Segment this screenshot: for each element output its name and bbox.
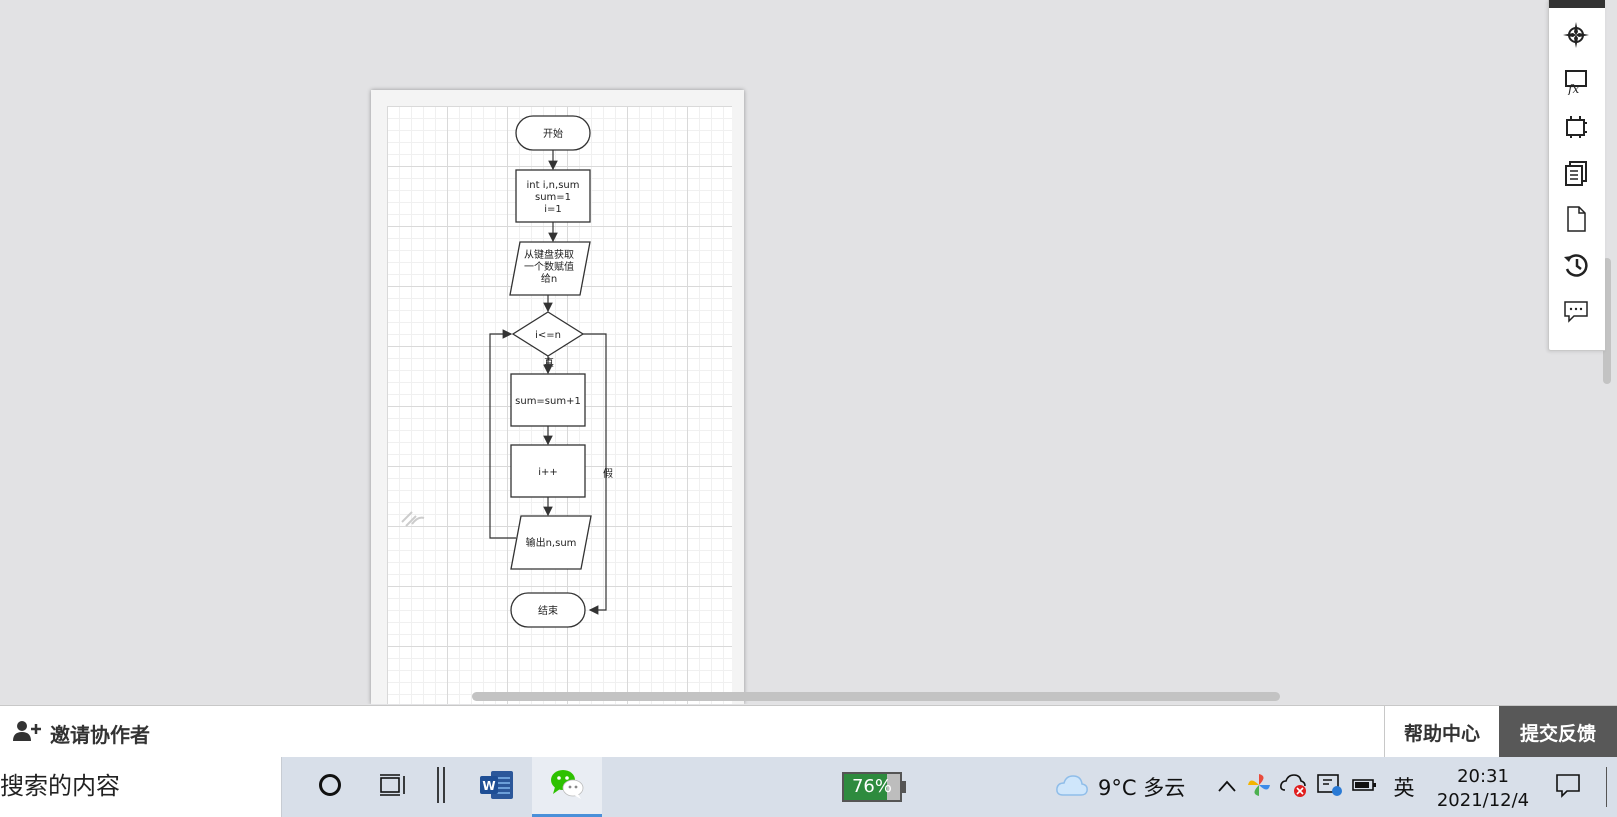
body-label: sum=sum+1 bbox=[515, 396, 581, 407]
comments-button[interactable] bbox=[1561, 298, 1591, 328]
output-label: 输出n,sum bbox=[526, 536, 577, 549]
weather-text[interactable]: 9°C 多云 bbox=[1098, 757, 1194, 817]
init-line-1: int i,n,sum bbox=[527, 180, 580, 191]
show-desktop-button[interactable] bbox=[1606, 767, 1613, 807]
pages-button[interactable] bbox=[1561, 160, 1591, 190]
history-icon bbox=[1562, 251, 1590, 283]
svg-text:fx: fx bbox=[1567, 82, 1579, 95]
toolbar-top-strip bbox=[1549, 0, 1605, 8]
init-line-2: sum=1 bbox=[535, 192, 571, 203]
small-battery-icon bbox=[1352, 777, 1378, 797]
windows-taskbar: W 76% 9°C 多云 bbox=[0, 757, 1617, 817]
pinwheel-icon bbox=[1246, 772, 1272, 802]
cortana-button[interactable] bbox=[305, 757, 355, 817]
clock-time: 20:31 bbox=[1457, 766, 1509, 787]
submit-feedback-button[interactable]: 提交反馈 bbox=[1499, 706, 1617, 758]
wechat-app-button[interactable] bbox=[532, 757, 602, 817]
formula-icon: fx bbox=[1562, 67, 1590, 99]
system-clock[interactable]: 20:31 2021/12/4 bbox=[1428, 765, 1538, 813]
word-icon: W bbox=[479, 769, 515, 805]
chevron-up-icon bbox=[1217, 778, 1237, 797]
formula-button[interactable]: fx bbox=[1561, 68, 1591, 98]
false-label: 假 bbox=[603, 467, 613, 480]
grid-area[interactable]: 开始 int i,n,sum sum=1 i=1 从键盘获取 一个数赋值 给n … bbox=[387, 106, 732, 704]
invite-label: 邀请协作者 bbox=[50, 722, 150, 747]
canvas-page[interactable]: 开始 int i,n,sum sum=1 i=1 从键盘获取 一个数赋值 给n … bbox=[371, 90, 744, 704]
input-method-indicator[interactable]: 英 bbox=[1386, 757, 1422, 817]
wechat-icon bbox=[549, 767, 585, 805]
navigator-button[interactable] bbox=[1561, 22, 1591, 52]
end-label: 结束 bbox=[538, 604, 558, 617]
input-line-2: 一个数赋值 bbox=[524, 260, 574, 273]
condition-label: i<=n bbox=[535, 330, 561, 341]
document-icon bbox=[1562, 205, 1590, 237]
battery-icon: 76% bbox=[842, 772, 906, 802]
taskbar-divider bbox=[424, 757, 458, 817]
invite-collaborator-button[interactable]: 邀请协作者 bbox=[12, 718, 150, 748]
add-user-icon bbox=[12, 719, 42, 748]
word-app-button[interactable]: W bbox=[468, 757, 526, 817]
tray-cloud-sync[interactable] bbox=[1278, 757, 1310, 817]
show-hidden-icons-button[interactable] bbox=[1214, 757, 1240, 817]
action-center-button[interactable] bbox=[1548, 757, 1588, 817]
search-input[interactable] bbox=[0, 757, 280, 815]
input-line-3: 给n bbox=[541, 272, 557, 285]
task-view-icon bbox=[378, 772, 408, 802]
clock-date: 2021/12/4 bbox=[1436, 790, 1530, 811]
flowchart: 开始 int i,n,sum sum=1 i=1 从键盘获取 一个数赋值 给n … bbox=[401, 115, 613, 628]
security-monitor-icon bbox=[1316, 772, 1344, 802]
document-button[interactable] bbox=[1561, 206, 1591, 236]
loop-back-connector bbox=[489, 329, 516, 539]
compass-icon bbox=[1562, 21, 1590, 53]
cloud-error-icon bbox=[1279, 772, 1309, 802]
right-toolbar: fx bbox=[1548, 0, 1605, 351]
init-line-3: i=1 bbox=[544, 204, 562, 215]
comment-icon bbox=[1562, 297, 1590, 329]
watermark bbox=[401, 511, 425, 527]
cortana-circle-icon bbox=[317, 772, 343, 802]
start-label: 开始 bbox=[543, 127, 563, 140]
tray-pinwheel-app[interactable] bbox=[1244, 757, 1274, 817]
tray-battery[interactable] bbox=[1350, 757, 1380, 817]
diagram-workspace[interactable]: 开始 int i,n,sum sum=1 i=1 从键盘获取 一个数赋值 给n … bbox=[0, 0, 1617, 704]
svg-text:W: W bbox=[482, 779, 495, 793]
bottom-bar: 邀请协作者 帮助中心 提交反馈 bbox=[0, 705, 1617, 758]
canvas-size-button[interactable] bbox=[1561, 114, 1591, 144]
true-label: 真 bbox=[544, 356, 554, 369]
horizontal-scrollbar[interactable] bbox=[472, 692, 1280, 701]
taskbar-search[interactable] bbox=[0, 757, 282, 817]
weather-button[interactable] bbox=[1054, 757, 1090, 817]
pages-icon bbox=[1562, 159, 1590, 191]
input-line-1: 从键盘获取 bbox=[524, 248, 574, 261]
notification-icon bbox=[1554, 772, 1582, 802]
increment-label: i++ bbox=[538, 467, 558, 478]
crop-resize-icon bbox=[1562, 113, 1590, 145]
battery-indicator[interactable]: 76% bbox=[838, 757, 910, 817]
divider-bars-icon bbox=[434, 767, 448, 807]
cloud-icon bbox=[1055, 773, 1089, 801]
history-button[interactable] bbox=[1561, 252, 1591, 282]
battery-percent: 76% bbox=[851, 776, 892, 797]
tray-security-app[interactable] bbox=[1314, 757, 1346, 817]
task-view-button[interactable] bbox=[368, 757, 418, 817]
help-center-button[interactable]: 帮助中心 bbox=[1384, 706, 1499, 758]
